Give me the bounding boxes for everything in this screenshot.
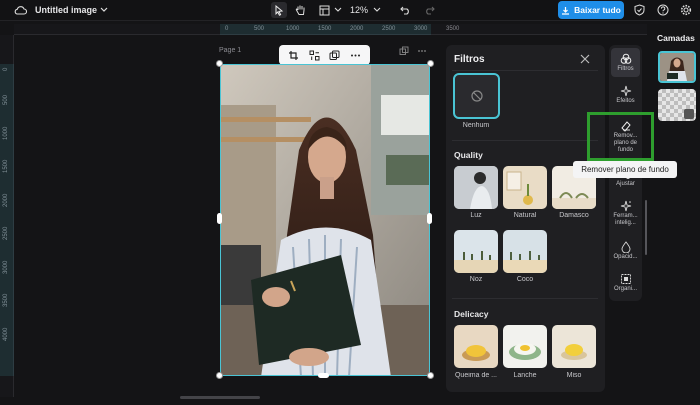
undo-icon[interactable]	[398, 3, 412, 17]
tool-label: Efeitos	[616, 98, 635, 104]
crop-icon[interactable]	[286, 48, 300, 62]
filter-thumb-natural[interactable]	[503, 166, 547, 209]
layer-thumb-photo[interactable]	[658, 51, 696, 83]
gear-icon[interactable]	[679, 3, 693, 17]
close-icon[interactable]	[579, 53, 591, 65]
smart-select-icon[interactable]	[307, 48, 321, 62]
page-label: Page 1	[219, 47, 242, 54]
tooltip: Remover plano de fundo	[573, 161, 677, 178]
resize-handle[interactable]	[217, 213, 222, 224]
filter-label-lanche: Lanche	[513, 372, 537, 379]
cloud-sync-icon[interactable]	[13, 3, 27, 17]
tool-arrange[interactable]: Organi...	[609, 273, 642, 293]
resize-handle[interactable]	[427, 60, 434, 67]
duplicate-icon[interactable]	[328, 48, 342, 62]
image-toolbar	[279, 45, 370, 65]
resize-handle[interactable]	[318, 373, 329, 378]
hand-pan-icon[interactable]	[293, 3, 307, 17]
droplet-icon	[621, 241, 630, 253]
arrange-icon	[620, 274, 631, 284]
tooltip-text: Remover plano de fundo	[581, 165, 669, 174]
filter-label-damasco: Damasco	[559, 212, 589, 219]
tool-filters[interactable]: Filtros	[611, 48, 640, 77]
layer-thumb-background[interactable]	[658, 89, 696, 121]
filters-icon	[620, 53, 631, 64]
filters-panel: Filtros Nenhum Quality Luz Natural Damas…	[446, 45, 605, 392]
filter-thumb-noz[interactable]	[454, 230, 498, 273]
filter-label-natural: Natural	[513, 212, 537, 219]
tool-label: Ferram... intelig...	[613, 213, 638, 226]
highlight-box	[587, 112, 654, 161]
quality-section-title: Quality	[454, 150, 483, 160]
filter-none-tile[interactable]	[453, 73, 500, 119]
download-icon	[562, 6, 570, 15]
document-title[interactable]: Untitled image	[35, 5, 97, 15]
filter-label-luz: Luz	[470, 212, 482, 219]
layers-title: Camadas	[657, 33, 695, 43]
filter-thumb-luz[interactable]	[454, 166, 498, 209]
layer-lock-icon	[684, 109, 694, 119]
tool-label: Opacid...	[613, 254, 638, 260]
filter-thumb-miso[interactable]	[552, 325, 596, 368]
top-bar: Untitled image 12% Baixar tudo	[0, 0, 700, 21]
tool-label: Ajustar	[616, 181, 635, 187]
redo-icon[interactable]	[422, 3, 436, 17]
resize-handle[interactable]	[427, 213, 432, 224]
resize-handle[interactable]	[216, 372, 223, 379]
no-filter-icon	[470, 90, 483, 102]
canvas-horizontal-scrollbar[interactable]	[180, 396, 260, 399]
tool-label: Organi...	[613, 286, 637, 292]
tool-opacity[interactable]: Opacid...	[609, 241, 642, 261]
select-cursor-icon[interactable]	[271, 2, 287, 18]
filter-label-coco: Coco	[516, 276, 534, 283]
chevron-down-icon[interactable]	[331, 3, 345, 17]
ruler-selection-range	[220, 24, 431, 35]
tool-label: Filtros	[617, 66, 634, 72]
help-icon[interactable]	[656, 3, 670, 17]
delicacy-section-title: Delicacy	[454, 309, 489, 319]
sparkle-star-icon	[620, 85, 631, 97]
resize-handle[interactable]	[216, 60, 223, 67]
ruler-tick: 3500	[446, 26, 460, 32]
filter-none-label: Nenhum	[462, 122, 490, 129]
page-more-icon[interactable]	[417, 46, 427, 56]
filters-title: Filtros	[454, 54, 485, 65]
filter-thumb-queima[interactable]	[454, 325, 498, 368]
filter-label-queima: Queima de ...	[454, 372, 498, 379]
filter-thumb-lanche[interactable]	[503, 325, 547, 368]
chevron-down-icon[interactable]	[97, 3, 111, 17]
more-options-icon[interactable]	[349, 48, 363, 62]
page-copy-icon[interactable]	[399, 46, 409, 56]
zoom-level[interactable]: 12%	[350, 5, 368, 15]
tool-effects[interactable]: Efeitos	[609, 85, 642, 105]
resize-handle[interactable]	[427, 372, 434, 379]
ai-sparkle-icon	[620, 200, 631, 212]
shield-check-icon[interactable]	[632, 3, 646, 17]
chevron-down-icon[interactable]	[370, 3, 384, 17]
canvas-photo[interactable]	[220, 64, 430, 376]
filter-thumb-coco[interactable]	[503, 230, 547, 273]
layout-icon[interactable]	[317, 3, 331, 17]
tool-smart-tools[interactable]: Ferram... intelig...	[609, 200, 642, 227]
filter-label-noz: Noz	[469, 276, 483, 283]
download-all-button[interactable]: Baixar tudo	[558, 1, 624, 19]
download-all-label: Baixar tudo	[574, 5, 621, 15]
tool-strip-scrollbar[interactable]	[645, 200, 647, 255]
filter-label-miso: Miso	[566, 372, 582, 379]
ruler-selection-range	[0, 64, 14, 376]
